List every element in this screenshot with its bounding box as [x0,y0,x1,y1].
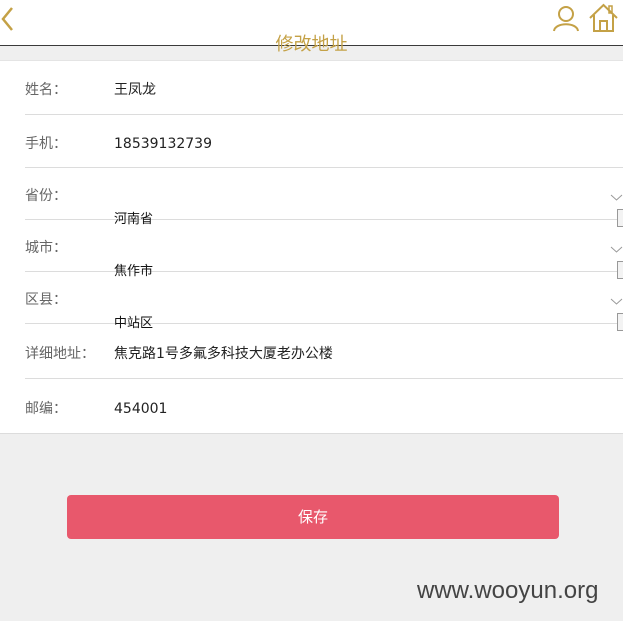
chevron-down-icon [610,298,623,305]
save-button[interactable]: 保存 [67,495,559,539]
city-select-arrow[interactable] [617,261,623,279]
address-label: 详细地址： [25,346,95,362]
name-input[interactable]: 王凤龙 [114,81,156,99]
district-select[interactable]: 中站区 [114,315,153,333]
district-select-arrow[interactable] [617,313,623,331]
zipcode-label: 邮编： [25,401,67,417]
divider [25,167,623,168]
chevron-down-icon [610,246,623,253]
phone-label: 手机： [25,136,67,152]
district-label: 区县： [25,292,67,308]
page-title: 修改地址 [275,34,348,55]
divider [25,114,623,115]
province-select[interactable]: 河南省 [114,211,153,229]
watermark: www.wooyun.org [417,577,599,604]
zipcode-input[interactable]: 454001 [114,400,167,418]
divider [25,378,623,379]
page: 修改地址 姓名： 王凤龙 手机： 18539132739 省份： 河南省 城市：… [0,0,623,621]
address-form: 姓名： 王凤龙 手机： 18539132739 省份： 河南省 城市： 焦作市 … [0,60,623,434]
phone-input[interactable]: 18539132739 [114,135,212,153]
chevron-down-icon [610,194,623,201]
home-button[interactable] [588,3,619,33]
city-label: 城市： [25,240,67,256]
province-label: 省份： [25,188,67,204]
home-icon [589,3,618,32]
back-button[interactable] [0,5,20,33]
province-select-arrow[interactable] [617,209,623,227]
chevron-left-icon [1,7,13,31]
city-select[interactable]: 焦作市 [114,263,153,281]
address-input[interactable]: 焦克路1号多氟多科技大厦老办公楼 [114,345,333,363]
user-button[interactable] [552,4,580,32]
name-label: 姓名： [25,82,67,98]
user-icon [553,6,579,32]
